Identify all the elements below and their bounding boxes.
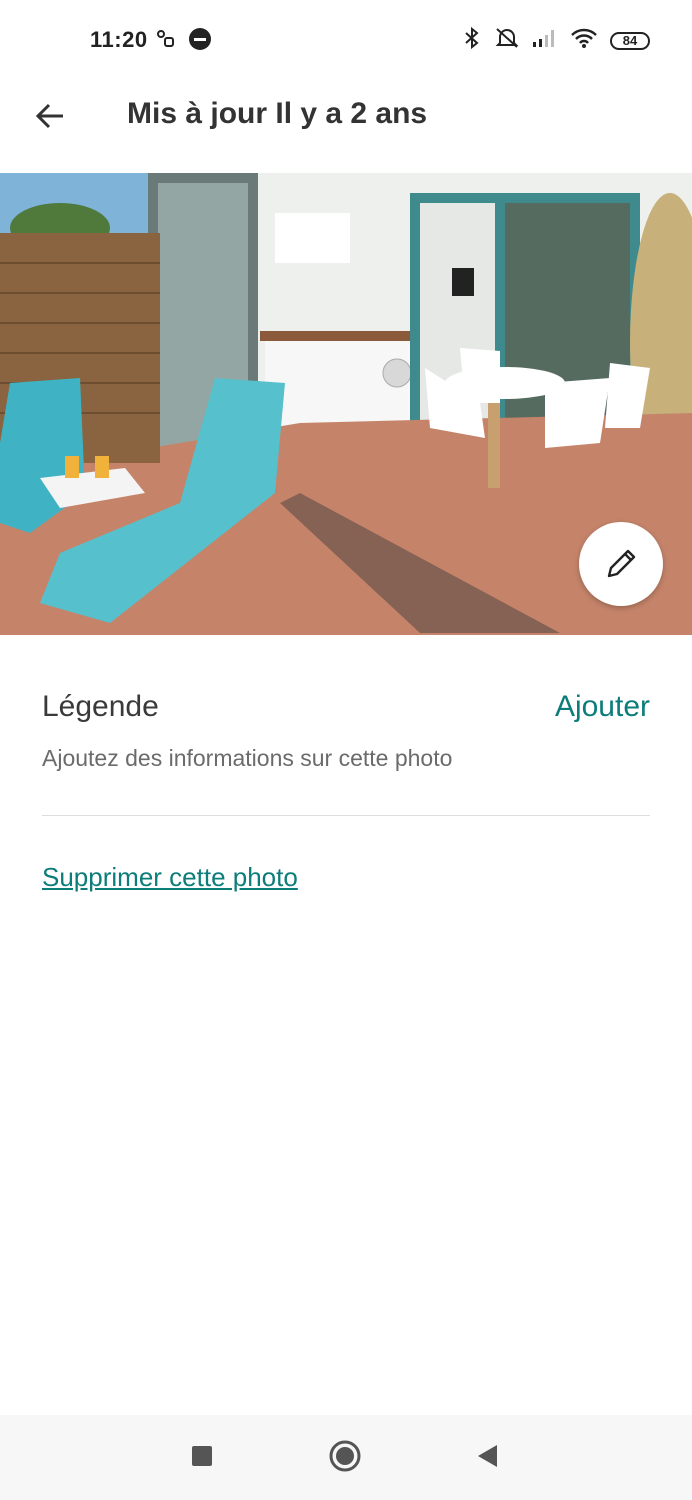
caption-row: Légende Ajouter xyxy=(42,690,650,730)
back-button[interactable] xyxy=(26,94,74,142)
app-header: Mis à jour Il y a 2 ans xyxy=(0,80,692,172)
delete-photo-link[interactable]: Supprimer cette photo xyxy=(42,862,298,893)
caption-label: Légende xyxy=(42,690,159,723)
divider xyxy=(42,815,650,816)
pencil-icon xyxy=(601,544,641,584)
status-left-icons xyxy=(156,27,212,56)
battery-indicator: 84 xyxy=(610,31,650,50)
wifi-icon xyxy=(570,27,598,54)
listing-photo[interactable] xyxy=(0,173,692,635)
status-time: 11:20 xyxy=(90,27,148,52)
recents-button[interactable] xyxy=(185,1441,219,1475)
recents-square-icon xyxy=(190,1444,214,1473)
system-nav-bar xyxy=(0,1415,692,1500)
vpn-icon xyxy=(188,27,212,56)
edit-photo-button[interactable] xyxy=(579,522,663,606)
bluetooth-icon xyxy=(462,26,482,55)
home-button[interactable] xyxy=(328,1439,362,1478)
status-bar: 11:20 84 xyxy=(0,0,692,80)
home-circle-icon xyxy=(328,1439,362,1478)
link-icon xyxy=(156,29,176,54)
add-caption-button[interactable]: Ajouter xyxy=(555,690,650,724)
caption-description: Ajoutez des informations sur cette photo xyxy=(42,745,453,771)
signal-icon xyxy=(532,28,558,53)
arrow-left-icon xyxy=(34,100,66,137)
mute-icon xyxy=(494,26,520,55)
status-right-icons: 84 xyxy=(462,26,650,55)
system-back-button[interactable] xyxy=(470,1441,504,1475)
page-title: Mis à jour Il y a 2 ans xyxy=(127,97,428,130)
back-triangle-icon xyxy=(475,1443,499,1474)
